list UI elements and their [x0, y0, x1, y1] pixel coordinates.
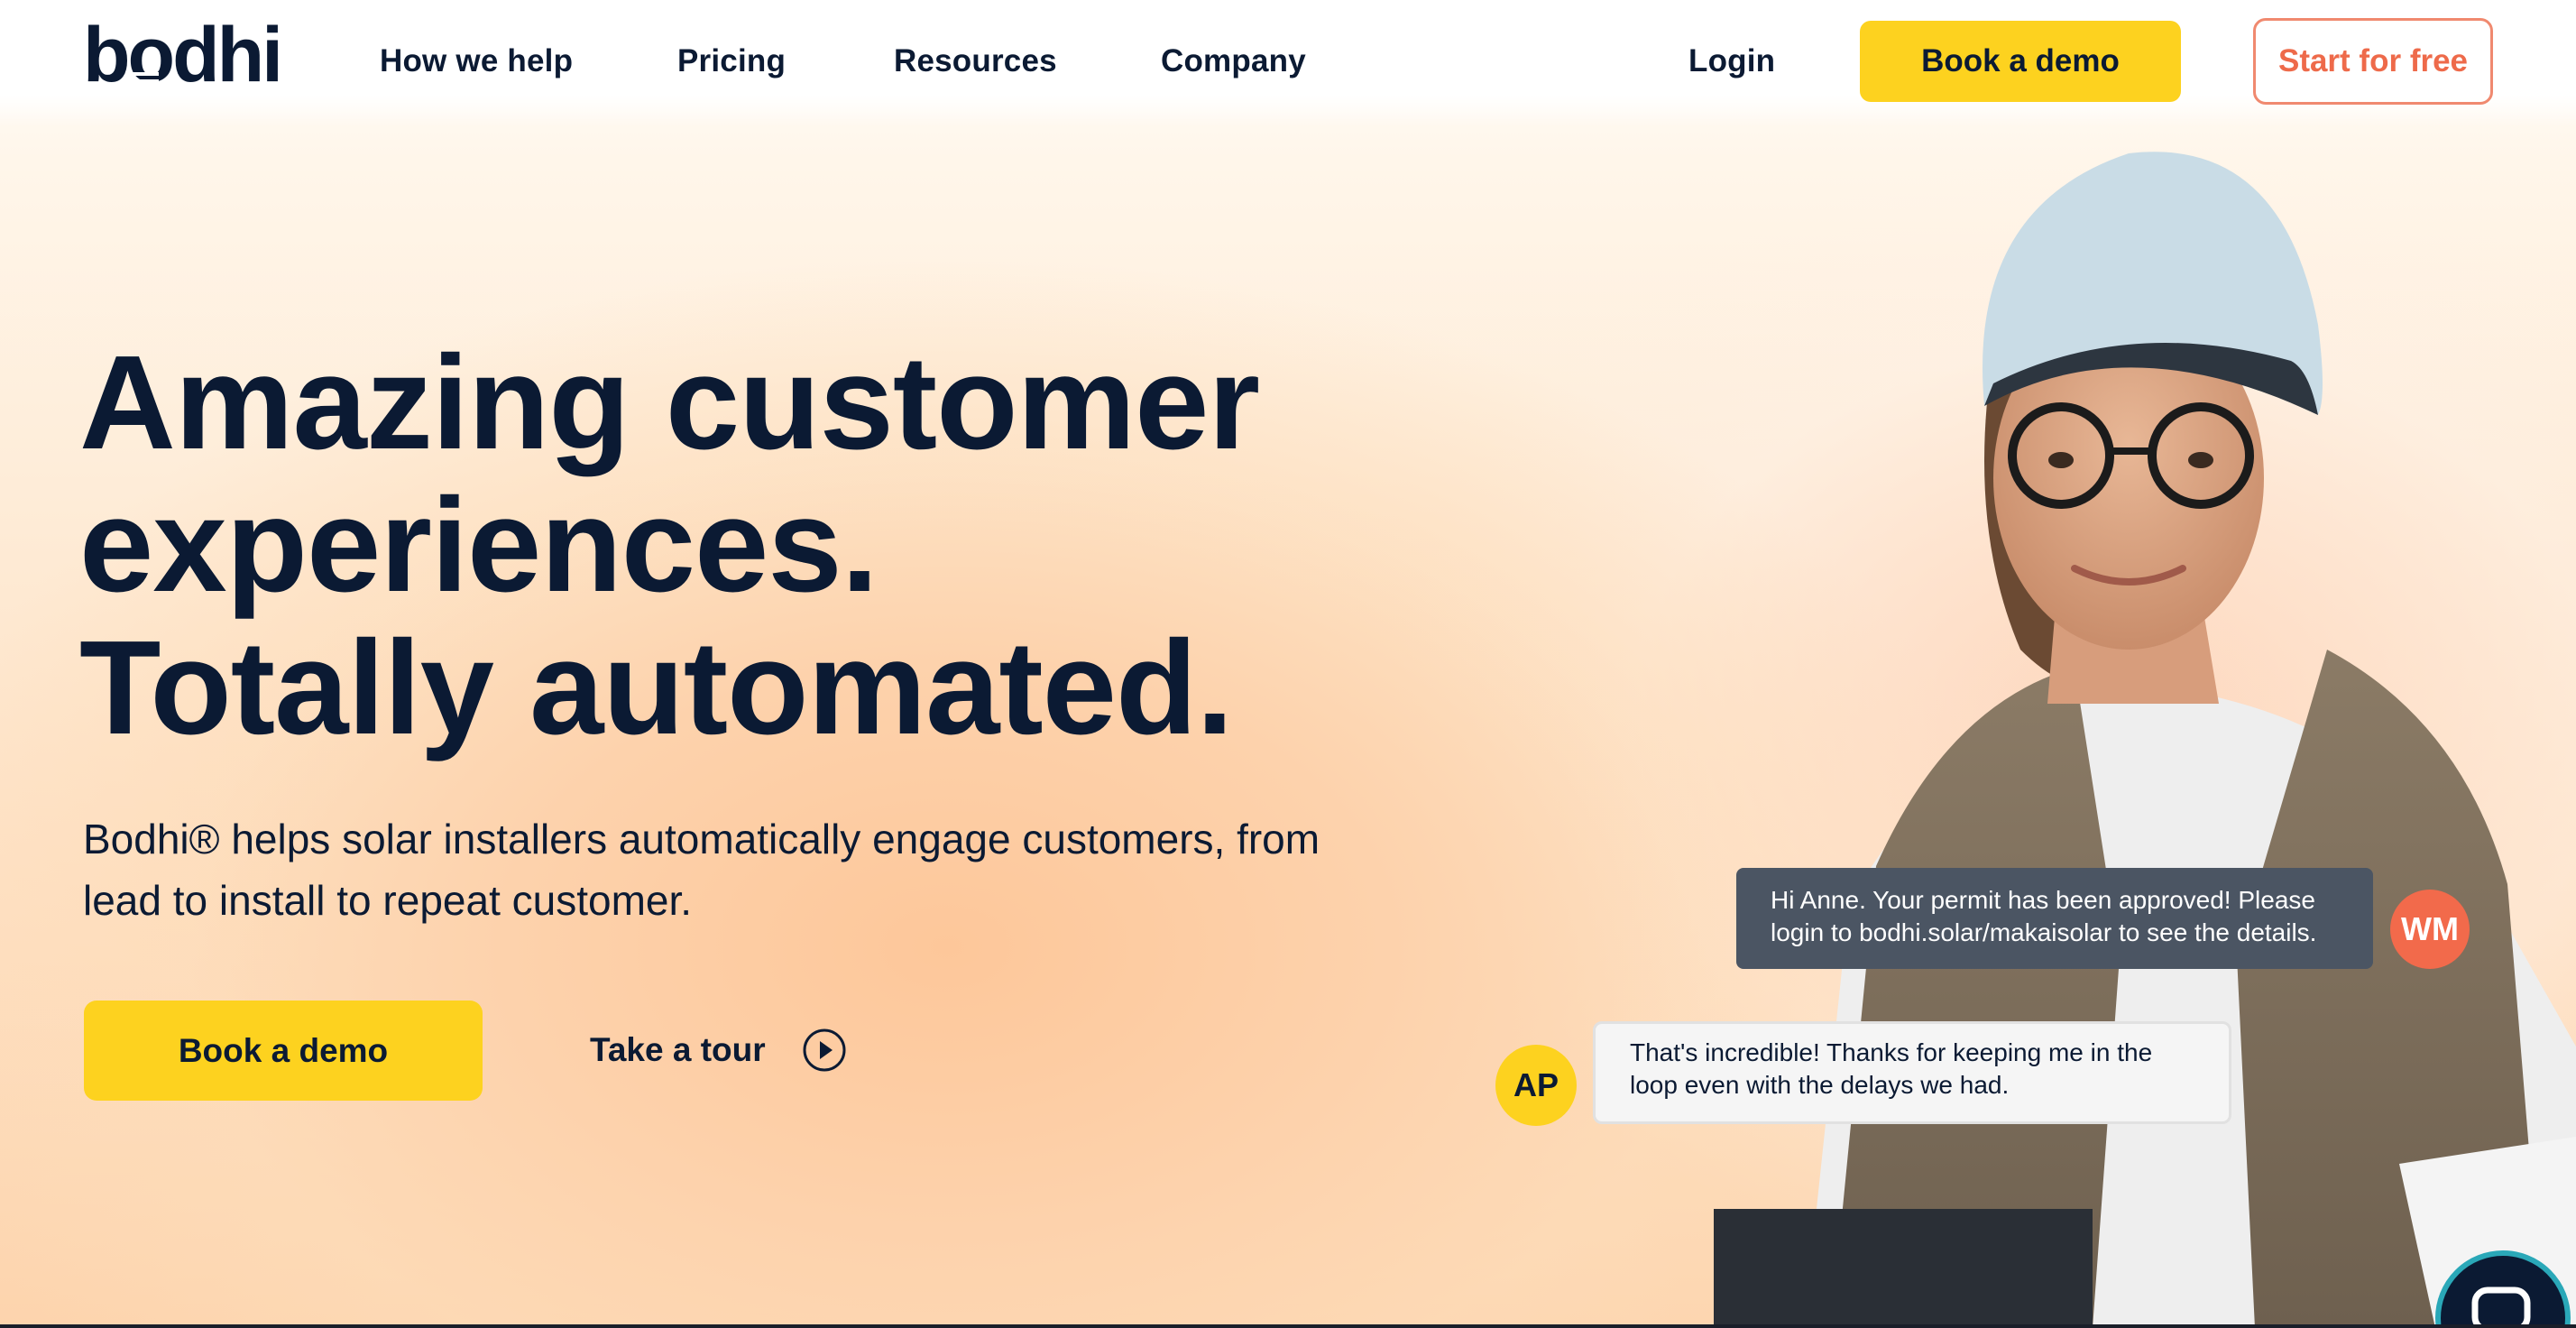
headline-line-3: Totally automated. — [79, 613, 1234, 762]
nav-resources[interactable]: Resources — [894, 42, 1057, 81]
take-tour-button[interactable]: Take a tour — [590, 1021, 847, 1079]
avatar-ap: AP — [1495, 1045, 1577, 1126]
chat-bubble-icon — [2471, 1286, 2531, 1328]
take-tour-label: Take a tour — [590, 1031, 766, 1068]
nav-pricing[interactable]: Pricing — [677, 42, 786, 81]
bodhi-logo[interactable]: bodhi — [83, 22, 285, 92]
headline-line-1: Amazing customer — [79, 328, 1260, 477]
play-circle-icon — [803, 1028, 846, 1072]
logo-text: bodhi — [83, 22, 281, 92]
start-free-button[interactable]: Start for free — [2253, 18, 2493, 105]
book-demo-nav-button[interactable]: Book a demo — [1860, 21, 2181, 102]
chat-message-permit: Hi Anne. Your permit has been approved! … — [1736, 868, 2373, 969]
book-demo-hero-button[interactable]: Book a demo — [84, 1001, 483, 1101]
hero-subtext: Bodhi® helps solar installers automatica… — [83, 816, 1320, 924]
nav-how-we-help[interactable]: How we help — [380, 42, 573, 81]
chat-message-reply: That's incredible! Thanks for keeping me… — [1593, 1021, 2231, 1124]
headline-line-2: experiences. — [79, 471, 879, 620]
nav-company[interactable]: Company — [1161, 42, 1306, 81]
nav-login[interactable]: Login — [1688, 42, 1775, 81]
avatar-wm: WM — [2390, 890, 2470, 969]
page-bottom-border — [0, 1324, 2576, 1328]
hero-person-image — [1714, 152, 2576, 1328]
hero-headline: Amazing customer experiences. Totally au… — [79, 328, 1260, 762]
